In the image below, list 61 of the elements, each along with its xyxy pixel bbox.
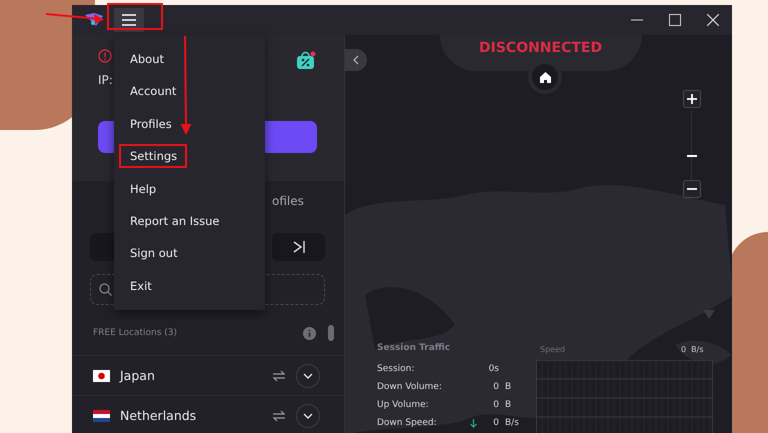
info-icon[interactable] [303,326,316,340]
traffic-label: Up Volume: [377,400,430,410]
menu-button[interactable] [114,8,144,32]
collapse-button[interactable] [272,233,325,261]
menu-item[interactable]: Settings [119,144,188,168]
flag-icon [93,410,110,422]
close-icon [707,14,719,26]
location-name: Japan [120,368,156,383]
traffic-unit: B [505,382,512,392]
zoom-in-button[interactable] [683,90,701,108]
menu-item[interactable]: Report an Issue [119,208,230,233]
collapse-panel-button[interactable] [345,49,367,71]
arrow-to-bar-icon [292,240,306,254]
menu-item[interactable]: Sign out [119,241,188,266]
minus-icon [687,188,697,190]
warning-icon [98,49,112,63]
expand-button[interactable] [296,404,320,428]
scrollbar-thumb[interactable] [328,325,334,341]
home-icon [540,72,550,82]
chevron-left-icon [353,55,359,65]
menu-item[interactable]: About [119,47,174,71]
slider-thumb[interactable] [687,154,697,157]
menu-item[interactable]: Account [119,79,186,104]
ip-label: IP: [98,73,114,87]
traffic-unit: B/s [505,418,520,428]
chevron-down-icon [303,412,313,418]
maximize-icon [669,14,681,26]
menu-item[interactable]: Exit [119,274,162,298]
plus-icon [687,94,697,104]
annotation-arrow [46,13,104,24]
discount-bag-icon [296,51,316,70]
traffic-label: Session: [377,364,416,374]
speed-value: 0 B/s [681,345,704,354]
expand-button[interactable] [296,364,320,388]
menu-item[interactable]: Help [119,176,166,201]
traffic-value: 0 [492,418,499,428]
section-heading: FREE Locations (3) [93,328,178,338]
menu-icon [122,14,136,26]
triangle-icon [703,310,715,319]
swap-icon[interactable] [272,410,286,422]
location-row[interactable]: Japan [72,355,344,395]
swap-icon[interactable] [272,370,286,382]
speed-label: Speed [540,345,566,354]
down-arrow-icon [470,418,477,428]
zoom-out-button[interactable] [683,180,701,198]
traffic-label: Down Volume: [377,382,443,392]
flag-icon [93,370,110,382]
tab[interactable]: ofiles [272,194,304,208]
traffic-value: 0 [492,382,499,392]
connection-status: DISCONNECTED [479,40,602,56]
menu-item[interactable]: Profiles [119,112,182,136]
location-row[interactable]: Netherlands [72,395,344,433]
traffic-unit: B [505,400,512,410]
traffic-title: Session Traffic [377,343,452,353]
chevron-down-icon [303,372,313,378]
traffic-label: Down Speed: [377,418,438,428]
traffic-value: 0 [492,400,499,410]
highlight-frame [107,3,163,30]
location-name: Netherlands [120,408,198,423]
search-icon [99,283,112,296]
traffic-value: 0s [488,364,499,374]
